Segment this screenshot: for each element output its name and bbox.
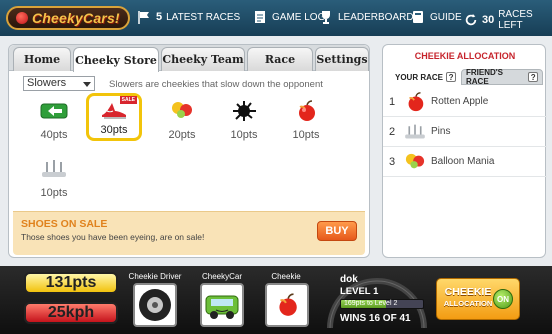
latest-races-count: 5 (156, 11, 163, 23)
allocation-line2: ALLOCATION (443, 299, 493, 308)
top-bar: CheekyCars! 5 LATEST RACES GAME LOG LEAD… (0, 0, 552, 36)
races-left-indicator: 30 RACES LEFT (464, 9, 552, 31)
allocation-line1: CHEEKIE (444, 286, 492, 298)
balloon-icon (172, 102, 192, 118)
leaderboard-link[interactable]: LEADERBOARD (318, 9, 414, 25)
ink-splat-icon (233, 101, 256, 121)
tab-your-race-label: YOUR RACE (395, 72, 444, 82)
tab-cheeky-team[interactable]: Cheeky Team (161, 47, 245, 71)
notepad-icon (255, 11, 265, 23)
cheekie-allocation-button[interactable]: CHEEKIE ALLOCATION ON (436, 278, 520, 320)
help-icon[interactable]: ? (446, 72, 457, 82)
item-price: 40pts (40, 129, 68, 141)
cheekie-allocation-panel: CHEEKIE ALLOCATION YOUR RACE ? FRIEND'S … (382, 44, 547, 258)
category-select[interactable]: Slowers (23, 76, 95, 91)
item-name: Pins (431, 126, 451, 137)
speed-display: 25kph (24, 302, 118, 324)
wins-count: WINS 16 OF 41 (340, 313, 411, 324)
tire-icon (139, 289, 171, 321)
arrow-icon (40, 103, 68, 119)
level-progress-text: 169pts to Level 2 (344, 299, 397, 309)
list-item[interactable]: 2 Pins (383, 117, 547, 147)
level-target: to Level 2 (366, 300, 398, 307)
chevron-down-icon (83, 82, 91, 87)
tab-friends-race[interactable]: FRIEND'S RACE ? (461, 68, 543, 86)
pins-icon (405, 124, 425, 139)
store-item-pins[interactable]: 10pts (29, 157, 79, 199)
apple-icon (299, 100, 315, 121)
category-hint: Slowers are cheekies that slow down the … (109, 79, 323, 90)
logo-text: CheekyCars! (32, 10, 120, 26)
game-log-link[interactable]: GAME LOG (252, 9, 325, 25)
item-rank: 3 (388, 155, 396, 168)
store-item-arrow[interactable]: 40pts (29, 99, 79, 141)
buy-button[interactable]: BUY (317, 221, 357, 241)
driver-slot[interactable] (133, 283, 177, 327)
main-tabs: Home Cheeky Store Cheeky Team Race Setti… (9, 45, 369, 72)
item-rank: 1 (388, 95, 396, 108)
item-name: Rotten Apple (431, 96, 489, 107)
user-level: LEVEL 1 (340, 286, 379, 297)
tab-settings[interactable]: Settings (315, 47, 369, 71)
car-icon (205, 295, 239, 319)
cheekycars-logo[interactable]: CheekyCars! (6, 6, 130, 30)
level-points: 169pts (344, 300, 366, 307)
races-left-label: RACES LEFT (498, 9, 533, 31)
tab-your-race[interactable]: YOUR RACE ? (391, 69, 460, 85)
latest-races-link[interactable]: 5 LATEST RACES (136, 9, 240, 25)
apple-icon (408, 91, 424, 111)
latest-races-label: LATEST RACES (166, 11, 241, 23)
store-body: Slowers Slowers are cheekies that slow d… (9, 71, 369, 257)
book-icon (413, 11, 423, 23)
item-price: 20pts (168, 129, 196, 141)
store-item-rotten-apple[interactable]: 10pts (281, 99, 331, 141)
points-display: 131pts (24, 272, 118, 294)
store-item-shoes[interactable]: SALE 30pts (86, 93, 142, 141)
trophy-icon (322, 11, 330, 24)
list-item[interactable]: 1 Rotten Apple (383, 87, 547, 117)
ball-icon (16, 12, 28, 24)
car-slot[interactable] (200, 283, 244, 327)
item-rank: 2 (388, 125, 396, 138)
sale-title: SHOES ON SALE (21, 218, 108, 230)
leaderboard-label: LEADERBOARD (338, 11, 414, 23)
sale-text: Those shoes you have been eyeing, are on… (21, 232, 205, 242)
allocation-tabs: YOUR RACE ? FRIEND'S RACE ? (391, 68, 543, 86)
allocation-title: CHEEKIE ALLOCATION (414, 51, 516, 61)
username: dok (340, 274, 358, 285)
tab-cheeky-store[interactable]: Cheeky Store (73, 47, 159, 72)
cheekie-slot[interactable] (265, 283, 309, 327)
category-select-value: Slowers (27, 77, 67, 89)
guide-label: GUIDE (430, 11, 462, 23)
item-name: Balloon Mania (431, 156, 495, 167)
sale-banner: SHOES ON SALE Those shoes you have been … (13, 211, 365, 255)
allocation-button-label: CHEEKIE ALLOCATION (443, 287, 493, 309)
item-price: 10pts (230, 129, 258, 141)
item-price: 10pts (40, 187, 68, 199)
bottom-bar: 131pts 25kph Cheekie Driver CheekyCar Ch… (0, 266, 552, 334)
allocation-list: 1 Rotten Apple 2 Pins 3 Balloon Mania (383, 87, 547, 177)
help-icon[interactable]: ? (528, 72, 538, 82)
driver-slot-label: Cheekie Driver (128, 272, 182, 281)
guide-link[interactable]: GUIDE (410, 9, 462, 25)
tab-home[interactable]: Home (13, 47, 71, 71)
races-left-count: 30 (481, 14, 495, 26)
tab-race[interactable]: Race (247, 47, 313, 71)
sale-badge: SALE (119, 96, 137, 104)
apple-icon (279, 293, 297, 316)
toggle-on-indicator[interactable]: ON (493, 289, 513, 309)
store-item-balloon[interactable]: 20pts (157, 99, 207, 141)
car-slot-label: CheekyCar (201, 272, 242, 281)
item-price: 30pts (100, 124, 128, 136)
item-price: 10pts (292, 129, 320, 141)
flag-icon (138, 11, 149, 24)
store-item-ink-splat[interactable]: 10pts (219, 99, 269, 141)
list-item[interactable]: 3 Balloon Mania (383, 147, 547, 177)
refresh-icon (465, 13, 477, 26)
balloon-icon (405, 153, 425, 168)
cheekie-slot-label: Cheekie (271, 272, 301, 281)
pins-icon (42, 160, 66, 177)
store-panel: Home Cheeky Store Cheeky Team Race Setti… (8, 44, 370, 258)
tab-friends-race-label: FRIEND'S RACE (466, 68, 504, 86)
